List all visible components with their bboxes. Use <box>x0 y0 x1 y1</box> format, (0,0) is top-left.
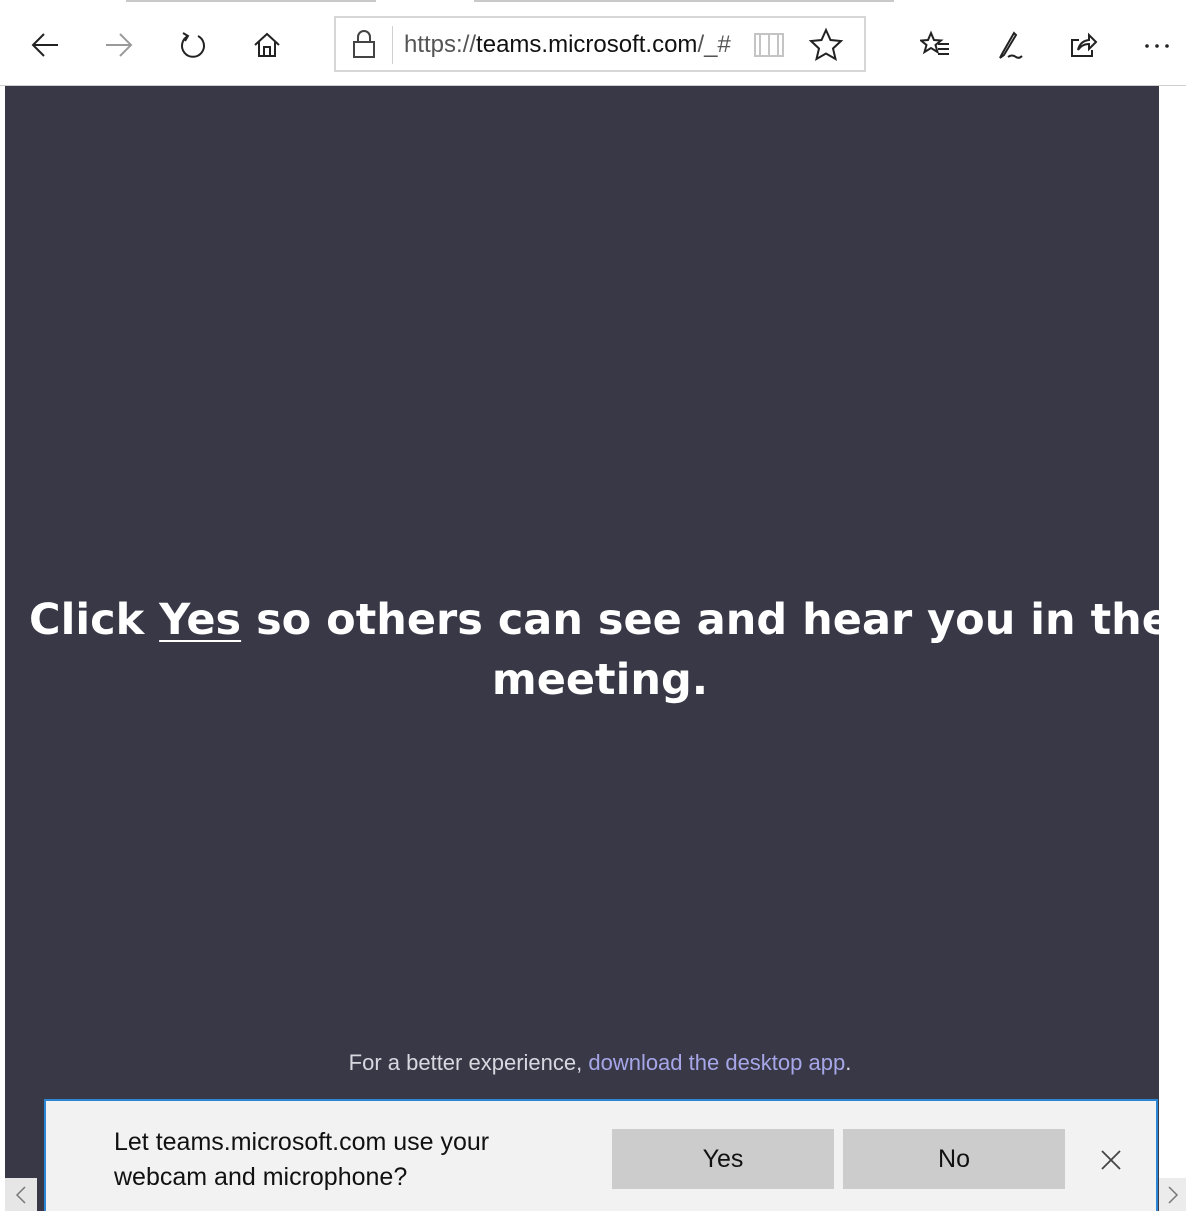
forward-button[interactable] <box>96 22 142 68</box>
permission-notification-bar: Let teams.microsoft.com use your webcam … <box>44 1099 1158 1211</box>
star-icon[interactable] <box>808 27 844 63</box>
address-url[interactable]: https://teams.microsoft.com/_# <box>404 30 738 60</box>
download-hint: For a better experience, download the de… <box>5 1048 1186 1078</box>
home-icon <box>254 32 280 57</box>
more-button[interactable] <box>1134 22 1180 68</box>
arrow-right-icon <box>106 33 133 57</box>
notes-button[interactable] <box>986 22 1032 68</box>
favorites-button[interactable] <box>912 22 958 68</box>
lock-icon <box>353 30 375 58</box>
message-text-before: Click <box>29 595 160 645</box>
refresh-button[interactable] <box>170 22 216 68</box>
browser-toolbar: https://teams.microsoft.com/_# <box>0 0 1186 86</box>
page-viewport: Click Yes so others can see and hear you… <box>5 86 1171 1211</box>
window-right-edge <box>1159 86 1186 1211</box>
share-icon <box>1071 32 1098 57</box>
favorites-list-icon <box>920 30 949 55</box>
url-path: /_# <box>697 31 731 58</box>
back-button[interactable] <box>22 22 68 68</box>
tab-strip-edge <box>126 0 376 2</box>
message-text-after: so others can see and hear you in the me… <box>241 595 1171 705</box>
close-notification-button[interactable] <box>1094 1143 1128 1177</box>
address-bar[interactable]: https://teams.microsoft.com/_# <box>334 16 866 72</box>
download-desktop-app-link[interactable]: download the desktop app <box>588 1050 845 1075</box>
download-hint-suffix: . <box>845 1050 852 1075</box>
permission-prompt: Let teams.microsoft.com use your webcam … <box>114 1128 490 1191</box>
address-divider <box>392 26 393 64</box>
home-button[interactable] <box>244 22 290 68</box>
url-scheme: https:// <box>404 31 477 58</box>
pen-icon <box>999 31 1023 59</box>
share-button[interactable] <box>1060 22 1106 68</box>
deny-no-button[interactable]: No <box>843 1129 1065 1189</box>
more-ellipsis-icon <box>1145 44 1169 48</box>
tab-strip-edge <box>474 0 894 2</box>
chevron-right-icon <box>1167 1185 1178 1204</box>
close-icon <box>1101 1150 1121 1170</box>
reading-view-icon[interactable] <box>752 30 786 60</box>
chevron-left-icon <box>15 1185 26 1204</box>
camera-permission-message: Click Yes so others can see and hear you… <box>5 590 1186 710</box>
scroll-left-button[interactable] <box>5 1178 37 1211</box>
url-host: teams.microsoft.com <box>476 31 698 58</box>
allow-yes-button[interactable]: Yes <box>612 1129 834 1189</box>
scroll-right-button[interactable] <box>1159 1178 1186 1211</box>
message-yes-word: Yes <box>159 595 242 645</box>
download-hint-prefix: For a better experience, <box>348 1050 589 1075</box>
refresh-icon <box>181 32 205 58</box>
arrow-left-icon <box>31 33 58 57</box>
